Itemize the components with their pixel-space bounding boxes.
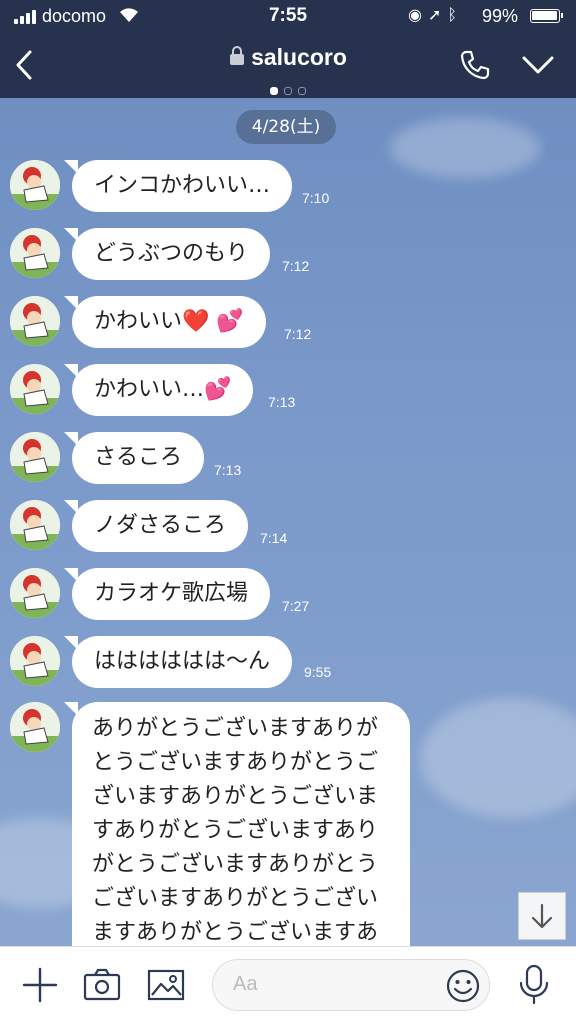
message-bubble[interactable]: カラオケ歌広場 — [63, 568, 271, 620]
image-icon — [147, 969, 185, 1001]
avatar-image — [10, 364, 60, 414]
emoji-button[interactable] — [445, 968, 481, 1008]
avatar[interactable] — [10, 500, 60, 550]
message-time: 7:12 — [282, 258, 310, 274]
avatar-image — [10, 160, 60, 210]
avatar-image — [10, 568, 60, 618]
avatar-image — [10, 432, 60, 482]
message-time: 7:13 — [214, 462, 242, 478]
background-cloud — [420, 698, 576, 818]
smiley-icon — [446, 969, 480, 1003]
message-time: 9:55 — [304, 664, 332, 680]
avatar[interactable] — [10, 702, 60, 752]
message-time: 7:13 — [268, 394, 296, 410]
chat-title-text: salucoro — [251, 44, 347, 70]
bluetooth-icon: ᛒ — [447, 5, 463, 24]
message-bubble[interactable]: はははははは〜ん — [63, 636, 293, 688]
chat-area[interactable]: 4/28(土) インコかわいい… 7:10 どうぶつのもり 7:12 かわいい❤… — [0, 98, 576, 946]
plus-icon — [22, 967, 58, 1003]
status-icons: ◉➚ᛒ — [408, 5, 463, 24]
photo-button[interactable] — [146, 965, 186, 1009]
camera-icon — [83, 968, 121, 1001]
lock-icon — [229, 45, 245, 72]
chevron-down-icon — [522, 56, 554, 74]
avatar[interactable] — [10, 364, 60, 414]
status-bar: docomo 7:55 ◉➚ᛒ 99% — [0, 0, 576, 34]
avatar-image — [10, 636, 60, 686]
message-bubble[interactable]: どうぶつのもり — [63, 228, 271, 280]
page-dot — [284, 87, 292, 95]
scroll-to-bottom-button[interactable] — [518, 892, 566, 940]
avatar-image — [10, 296, 60, 346]
voice-button[interactable] — [514, 963, 554, 1011]
add-button[interactable] — [20, 965, 60, 1009]
camera-button[interactable] — [82, 965, 122, 1009]
menu-dropdown-button[interactable] — [520, 54, 556, 80]
location-icon: ➚ — [427, 5, 448, 24]
header-bar: docomo 7:55 ◉➚ᛒ 99% salucoro — [0, 0, 576, 98]
call-button[interactable] — [458, 48, 492, 86]
message-input-placeholder: Aa — [233, 973, 258, 995]
background-cloud — [390, 118, 540, 178]
avatar[interactable] — [10, 432, 60, 482]
avatar[interactable] — [10, 568, 60, 618]
arrow-down-icon — [531, 903, 553, 929]
message-time: 7:12 — [284, 326, 312, 342]
message-bubble[interactable]: ありがとうございますありがとうございますありがとうございますありがとうございます… — [64, 702, 410, 946]
avatar[interactable] — [10, 636, 60, 686]
phone-icon — [460, 50, 490, 80]
battery-icon — [530, 9, 563, 23]
message-bubble[interactable]: かわいい…💕 — [63, 364, 254, 416]
message-time: 7:10 — [302, 190, 330, 206]
message-time: 7:14 — [260, 530, 288, 546]
message-bubble[interactable]: さるころ — [63, 432, 205, 484]
message-bubble[interactable]: ノダさるころ — [63, 500, 249, 552]
input-bar: Aa — [0, 946, 576, 1025]
battery-percent: 99% — [482, 6, 519, 26]
page-dot-active — [270, 87, 278, 95]
message-bubble[interactable]: かわいい❤️ 💕 — [64, 296, 266, 348]
message-input[interactable]: Aa — [212, 959, 490, 1011]
page-dot — [298, 87, 306, 95]
message-bubble[interactable]: インコかわいい… — [63, 160, 293, 212]
avatar-image — [10, 500, 60, 550]
date-separator: 4/28(土) — [236, 110, 336, 144]
avatar[interactable] — [10, 296, 60, 346]
orientation-lock-icon: ◉ — [408, 5, 428, 24]
message-time: 7:27 — [282, 598, 310, 614]
avatar-image — [10, 702, 60, 752]
microphone-icon — [519, 964, 549, 1005]
avatar[interactable] — [10, 160, 60, 210]
avatar-image — [10, 228, 60, 278]
avatar[interactable] — [10, 228, 60, 278]
